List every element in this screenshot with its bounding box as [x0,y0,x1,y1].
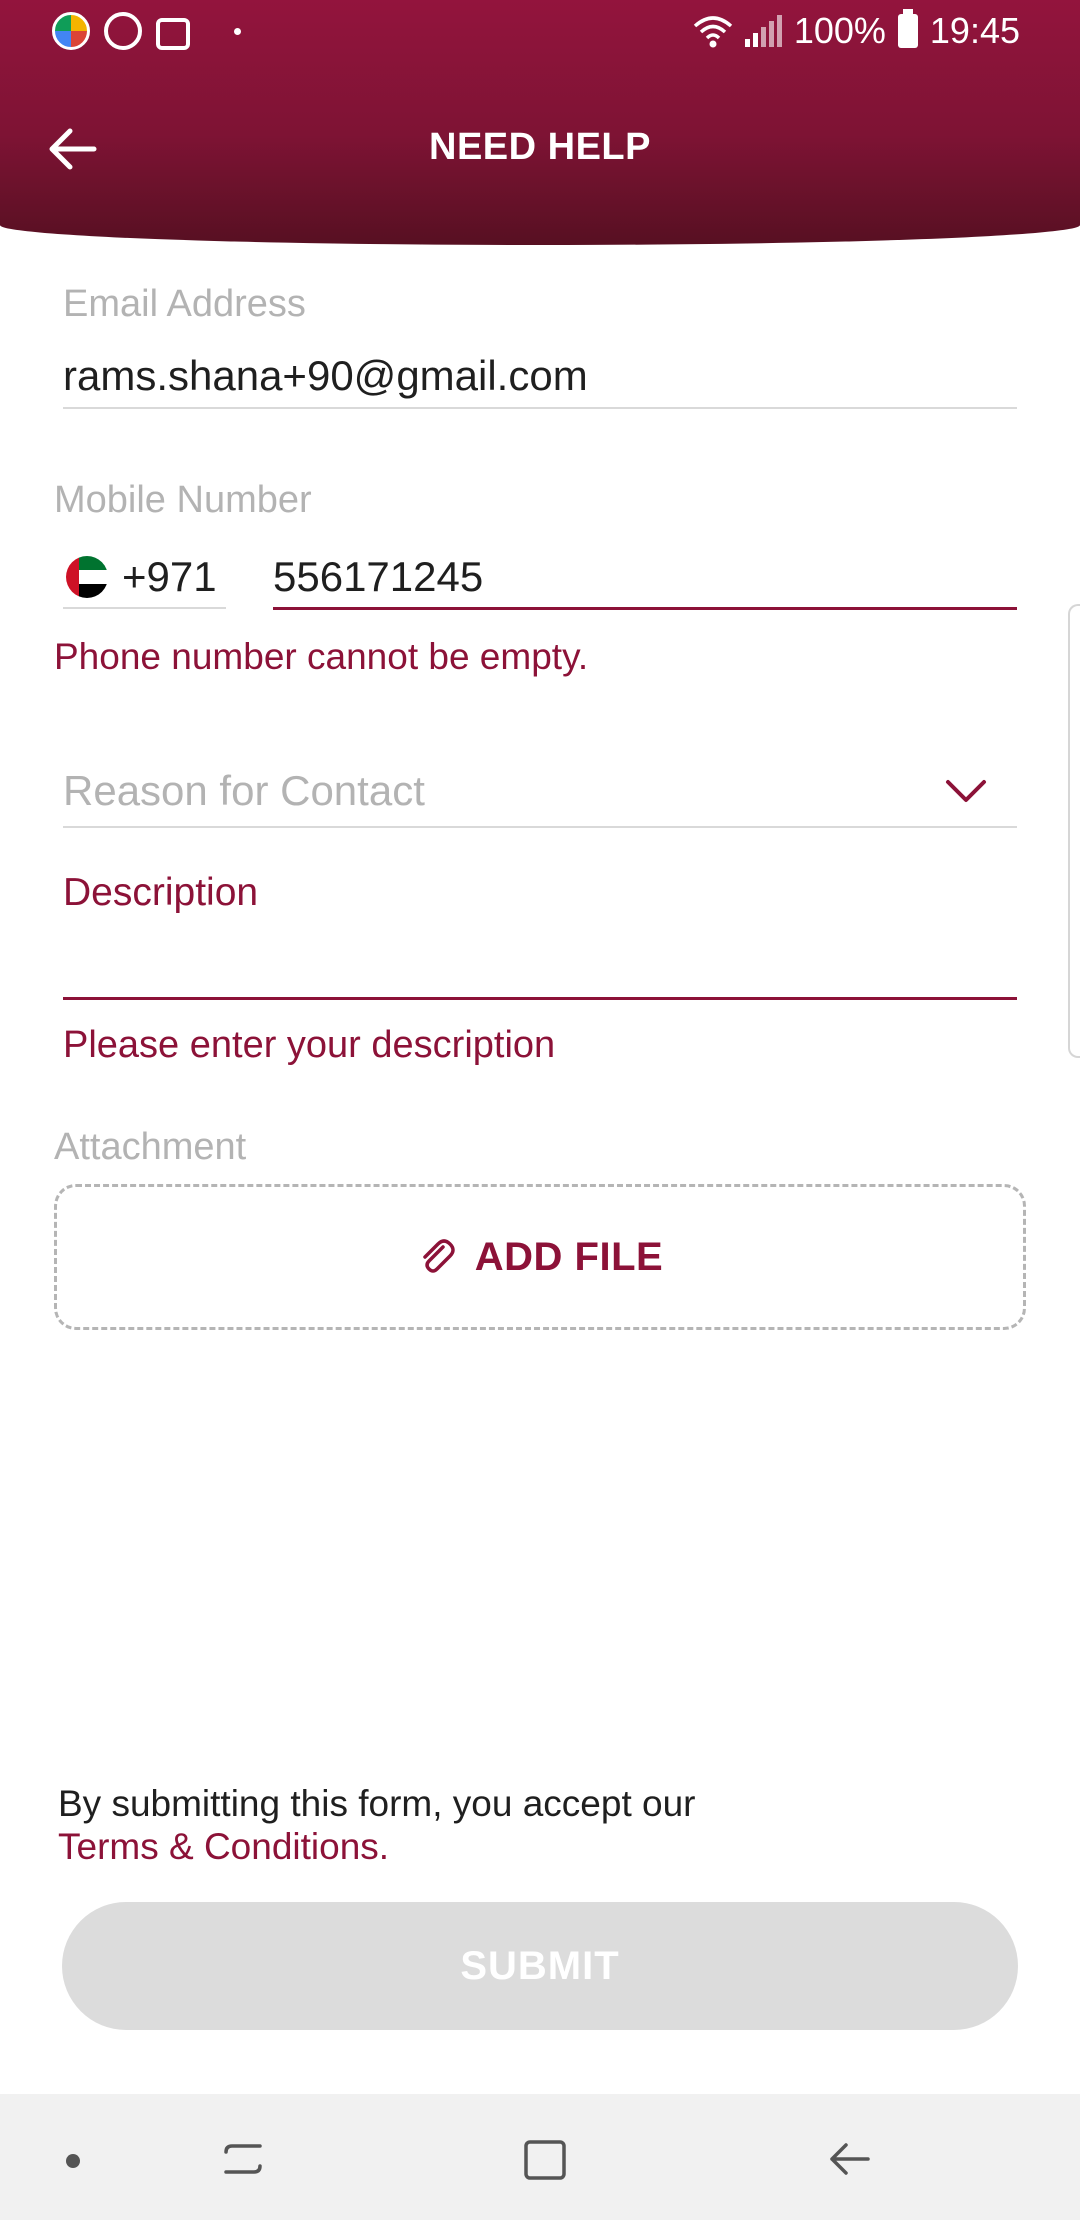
edge-panel-handle[interactable] [1068,604,1080,1058]
country-code-underline [63,607,226,609]
reason-underline [63,826,1017,828]
status-system: 100% 19:45 [693,9,1020,52]
page-title: NEED HELP [429,126,651,168]
sync-app-icon [104,12,142,50]
description-field[interactable] [63,930,1017,996]
chevron-down-icon[interactable] [944,776,988,806]
attachment-label: Attachment [54,1126,247,1168]
add-file-label: ADD FILE [474,1234,664,1279]
country-code-selector[interactable]: +971 [122,553,217,601]
submit-button[interactable]: SUBMIT [62,1902,1018,2030]
shopping-bag-icon [156,18,190,50]
mobile-underline [273,607,1017,610]
recent-apps-icon[interactable] [218,2134,268,2184]
email-label: Email Address [63,283,306,325]
back-icon[interactable] [824,2134,874,2184]
paperclip-icon [423,1239,455,1273]
terms-link[interactable]: Terms & Conditions. [58,1826,389,1868]
description-error: Please enter your description [63,1024,556,1066]
system-nav-bar [0,2094,1080,2220]
cell-signal-icon [744,15,782,47]
terms-text: By submitting this form, you accept our [58,1783,696,1824]
clock: 19:45 [929,10,1020,51]
add-file-button[interactable]: ADD FILE [54,1184,1026,1330]
mobile-label: Mobile Number [54,479,312,521]
nav-dot-icon[interactable] [66,2154,80,2168]
mobile-error: Phone number cannot be empty. [54,636,589,677]
status-notifications [52,12,241,50]
battery-icon [897,9,918,48]
email-underline [63,407,1017,409]
status-bar: 100% 19:45 [0,0,1080,64]
app-header: 100% 19:45 NEED HELP [0,0,1080,245]
uae-flag-icon [66,556,108,598]
wifi-icon [693,16,732,48]
battery-percent: 100% [793,10,886,51]
description-label: Description [63,871,259,914]
more-notifications-dot-icon [234,27,241,35]
reason-dropdown[interactable]: Reason for Contact [63,767,425,815]
description-underline [63,997,1017,1000]
mobile-number-field[interactable]: 556171245 [273,553,483,601]
browser-app-icon [52,12,90,50]
home-icon[interactable] [520,2134,570,2184]
email-field[interactable]: rams.shana+90@gmail.com [63,352,588,400]
